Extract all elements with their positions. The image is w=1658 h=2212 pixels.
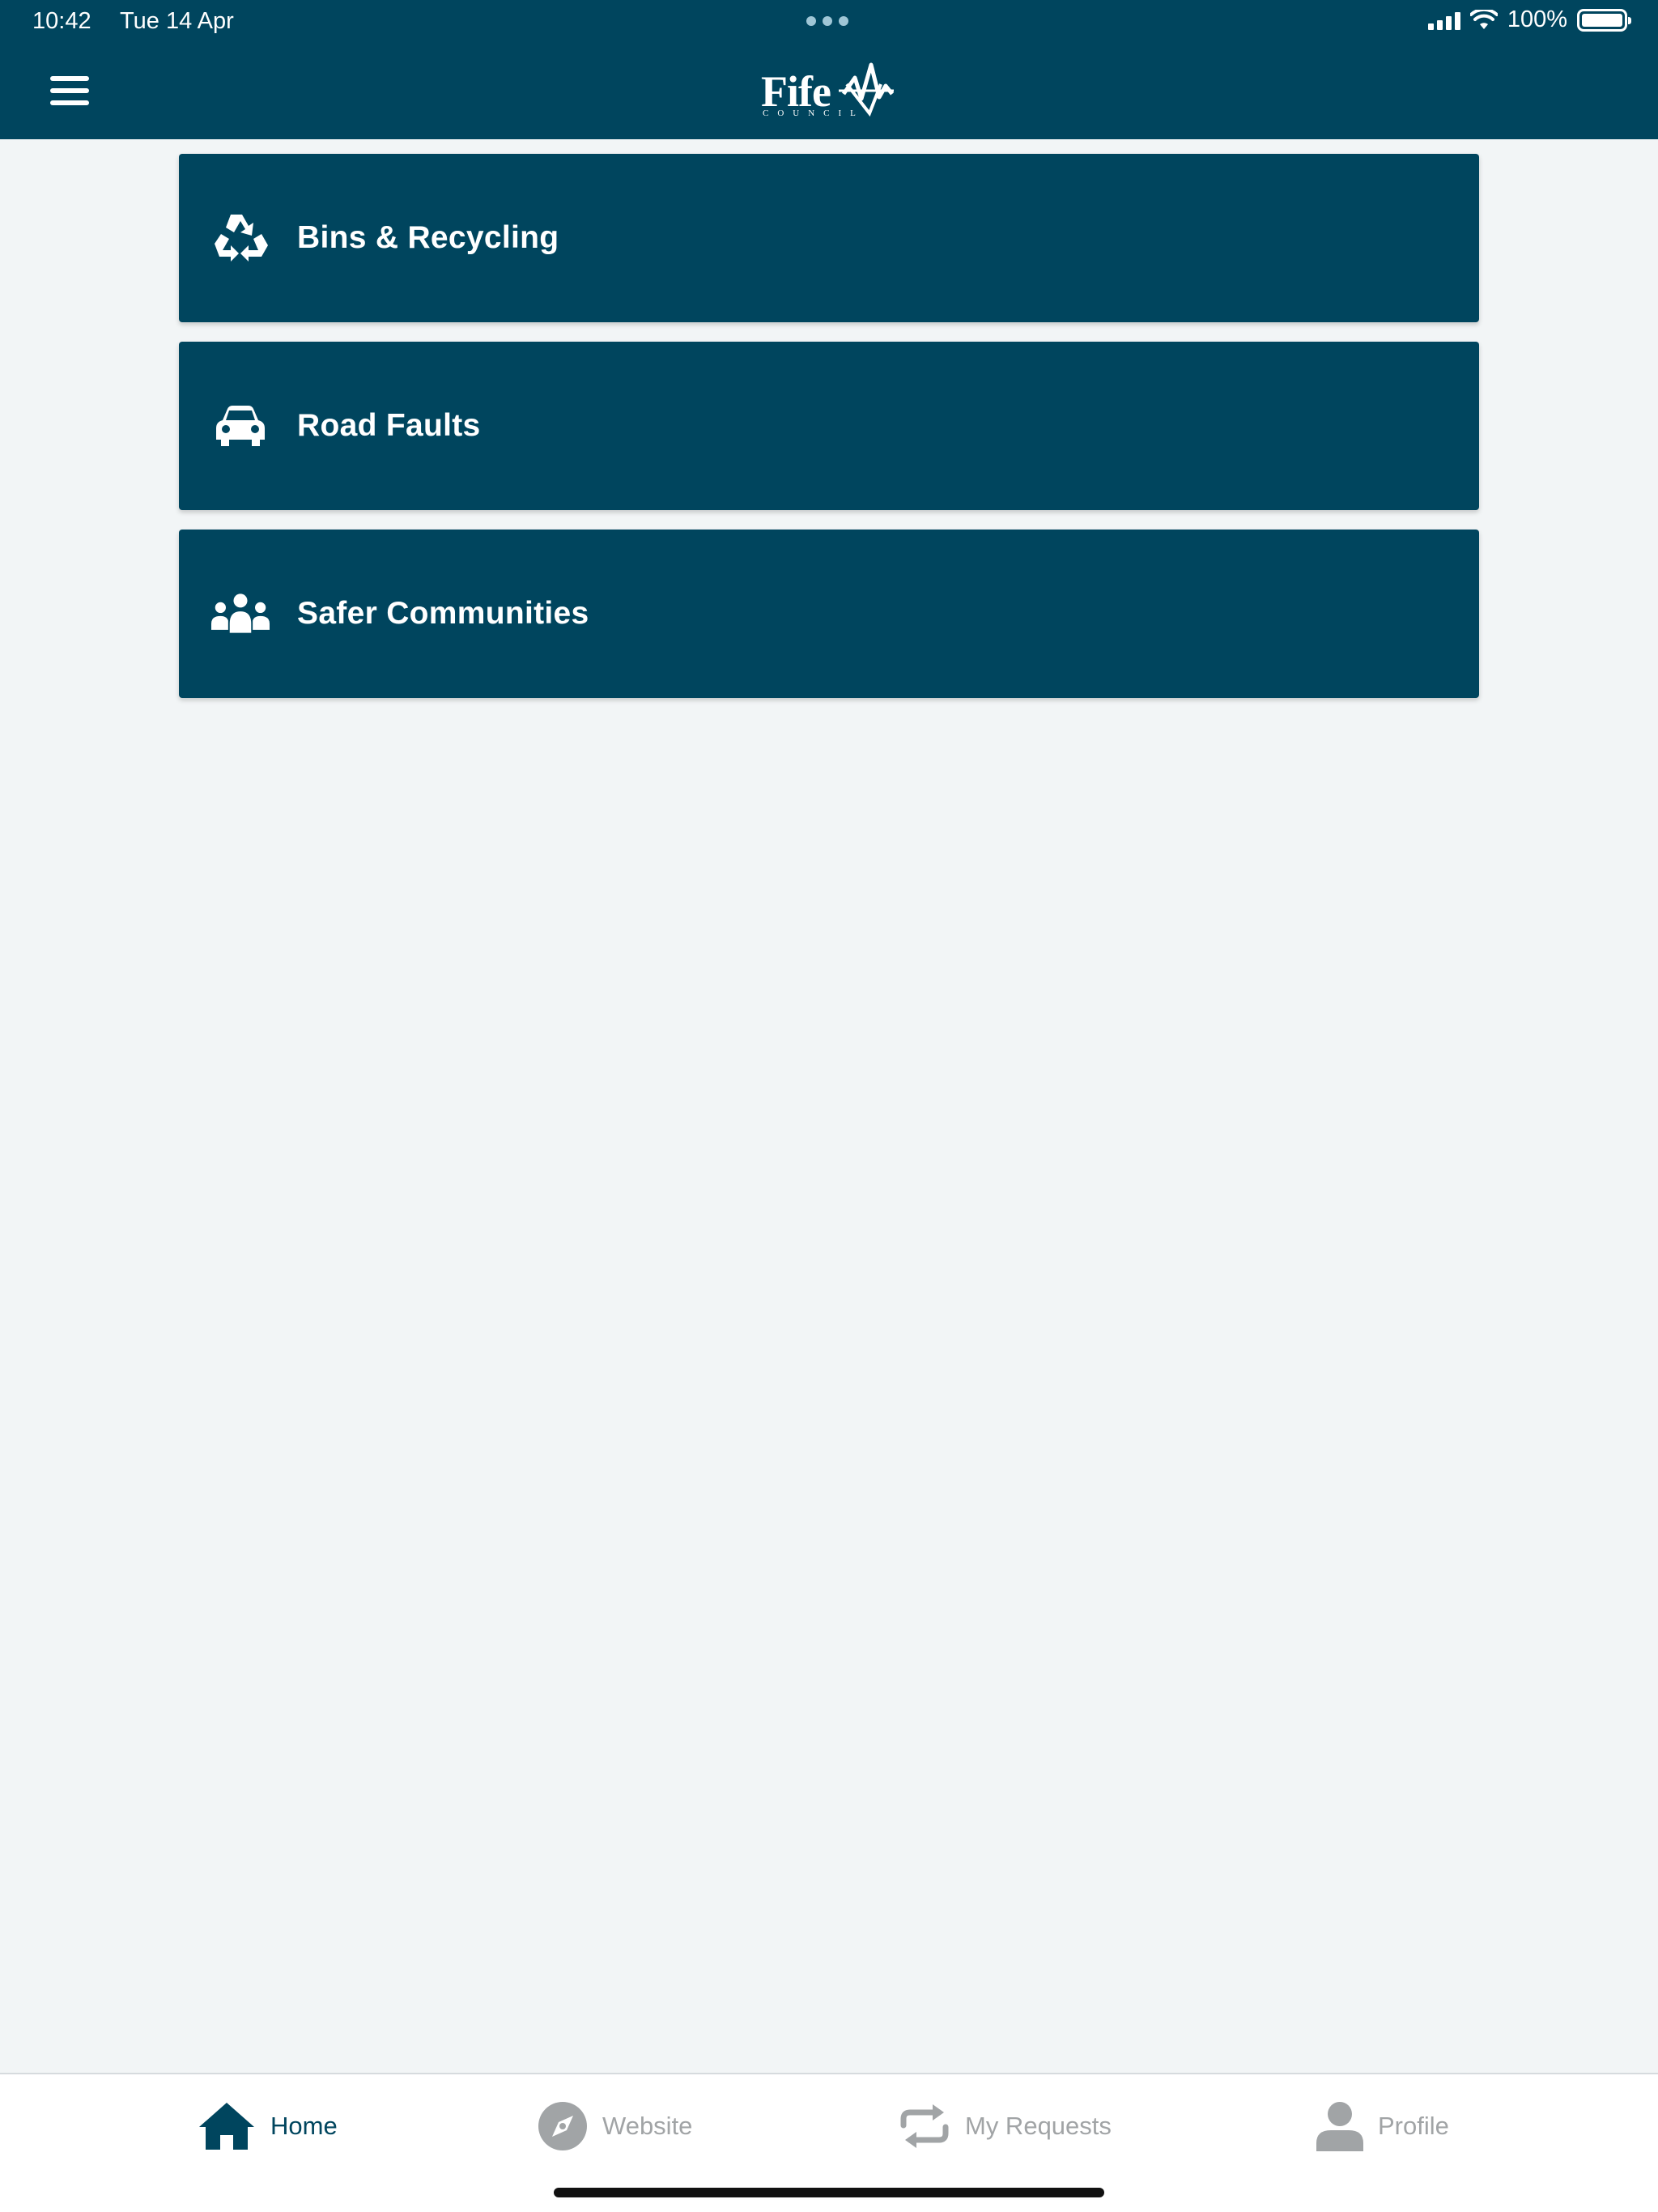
home-icon xyxy=(199,2103,254,2150)
tab-label: Home xyxy=(270,2112,338,2140)
tab-my-requests[interactable]: My Requests xyxy=(899,2095,1112,2157)
card-road-faults[interactable]: Road Faults xyxy=(179,342,1479,510)
multitasking-dots-icon[interactable] xyxy=(806,16,848,26)
hamburger-menu-icon[interactable] xyxy=(50,74,89,107)
fife-council-logo: Fife COUNCIL xyxy=(759,62,897,121)
card-bins-recycling[interactable]: Bins & Recycling xyxy=(179,154,1479,322)
status-indicators: 100% xyxy=(1427,6,1631,33)
card-label: Road Faults xyxy=(297,408,481,443)
tab-profile[interactable]: Profile xyxy=(1316,2095,1449,2157)
tab-label: Profile xyxy=(1378,2112,1449,2140)
tab-home[interactable]: Home xyxy=(198,2095,338,2157)
battery-percentage: 100% xyxy=(1507,6,1567,32)
battery-icon xyxy=(1577,8,1631,32)
car-icon xyxy=(211,397,270,455)
card-label: Safer Communities xyxy=(297,596,589,631)
people-group-icon xyxy=(211,585,270,643)
tab-label: My Requests xyxy=(965,2112,1112,2140)
app-header: 10:42 Tue 14 Apr 100% Fife COUNCIL xyxy=(0,0,1658,139)
status-bar: 10:42 Tue 14 Apr 100% xyxy=(0,0,1658,45)
home-indicator[interactable] xyxy=(554,2188,1104,2197)
tab-label: Website xyxy=(602,2112,693,2140)
logo-emblem-icon xyxy=(839,62,894,117)
cellular-signal-icon xyxy=(1427,11,1460,30)
app-root: 10:42 Tue 14 Apr 100% Fife COUNCIL Bins … xyxy=(0,0,1658,2212)
card-safer-communities[interactable]: Safer Communities xyxy=(179,530,1479,698)
tab-website[interactable]: Website xyxy=(538,2095,692,2157)
status-time: 10:42 xyxy=(32,8,91,34)
wifi-icon xyxy=(1469,9,1498,29)
recycle-icon xyxy=(211,209,270,267)
service-card-list: Bins & Recycling Road Faults Safer Commu… xyxy=(179,154,1479,717)
status-date: Tue 14 Apr xyxy=(120,8,234,34)
card-label: Bins & Recycling xyxy=(297,220,559,255)
compass-icon xyxy=(538,2102,587,2150)
repeat-arrows-icon xyxy=(900,2104,949,2148)
person-icon xyxy=(1316,2102,1363,2151)
